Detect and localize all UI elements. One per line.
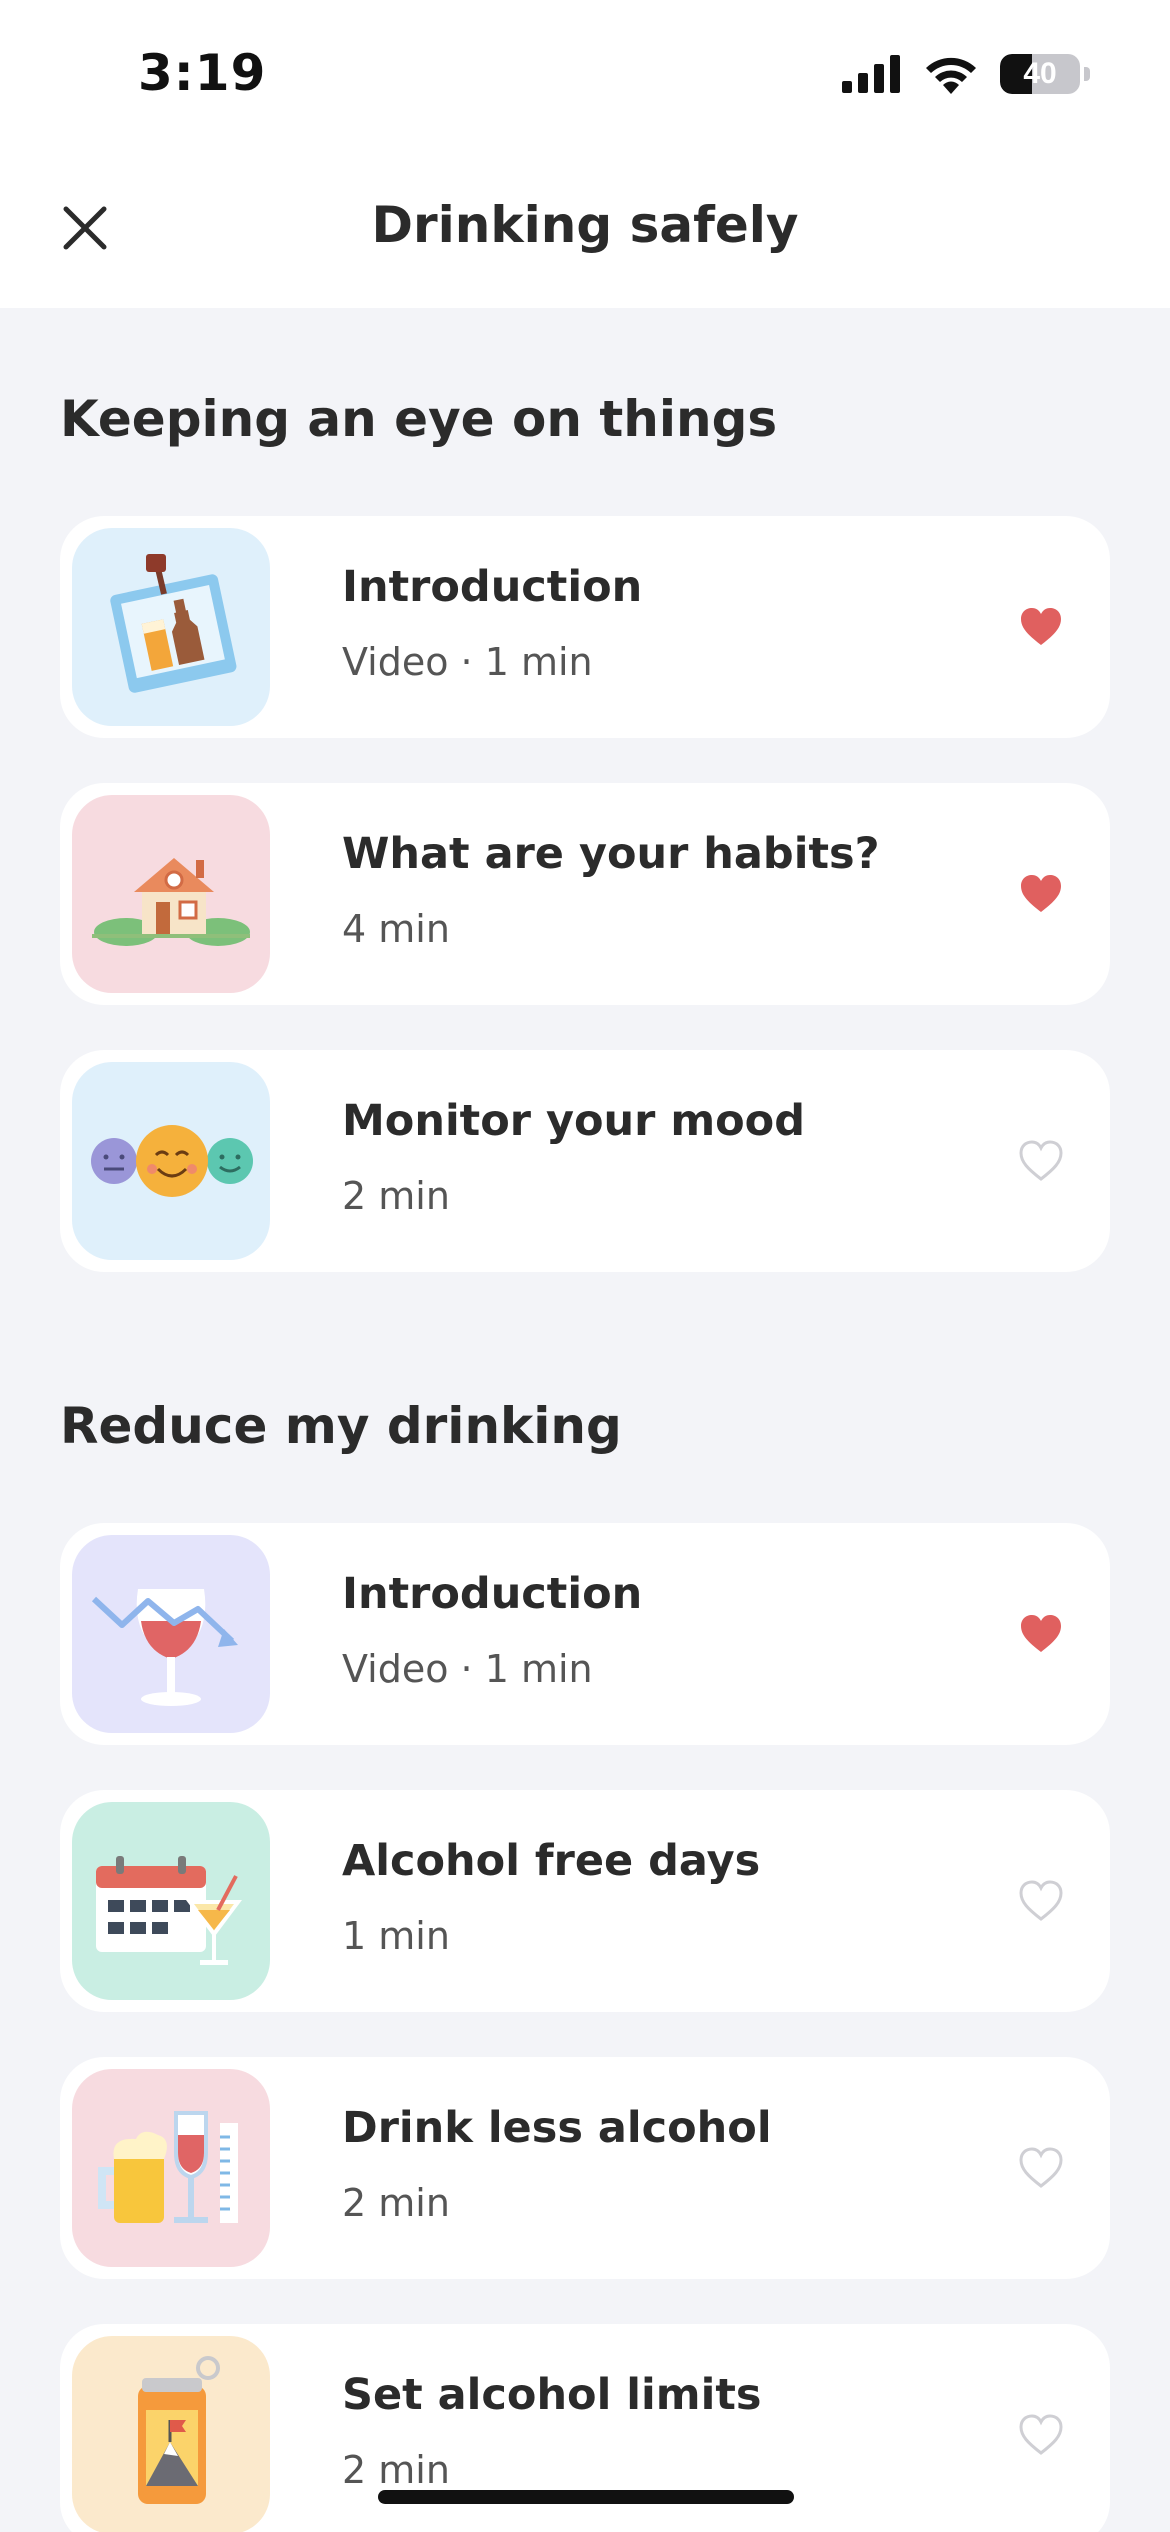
lesson-thumbnail (72, 2336, 270, 2532)
heart-filled-icon (1021, 608, 1061, 645)
lesson-card[interactable]: Monitor your mood 2 min (60, 1050, 1110, 1272)
lesson-thumbnail (72, 1062, 270, 1260)
nav-bar: Drinking safely (0, 150, 1170, 308)
lesson-meta: Video · 1 min (342, 1647, 593, 1691)
favorite-button[interactable] (1018, 604, 1064, 650)
lesson-title: Introduction (342, 562, 643, 612)
lesson-meta: 2 min (342, 2181, 450, 2225)
page-title: Drinking safely (371, 196, 799, 254)
favorite-button[interactable] (1018, 1878, 1064, 1924)
lesson-meta: Video · 1 min (342, 640, 593, 684)
lesson-thumbnail (72, 1802, 270, 2000)
favorite-button[interactable] (1018, 1138, 1064, 1184)
lesson-thumbnail (72, 528, 270, 726)
status-time: 3:19 (138, 44, 267, 102)
favorite-button[interactable] (1018, 1611, 1064, 1657)
wifi-icon (926, 57, 976, 94)
lesson-meta: 2 min (342, 2448, 450, 2492)
section-title: Reduce my drinking (60, 1397, 622, 1455)
lesson-card[interactable]: Introduction Video · 1 min (60, 1523, 1110, 1745)
heart-filled-icon (1021, 875, 1061, 912)
beer-wine-measure-icon (98, 2111, 238, 2223)
lesson-meta: 2 min (342, 1174, 450, 1218)
favorite-button[interactable] (1018, 871, 1064, 917)
status-icons: 40 (842, 54, 1090, 94)
heart-outline-icon (1019, 1140, 1063, 1181)
heart-outline-icon (1019, 1880, 1063, 1921)
can-mountain-icon (138, 2356, 220, 2504)
lesson-title: Drink less alcohol (342, 2103, 772, 2153)
photo-drinks-icon (110, 554, 237, 693)
lesson-card[interactable]: Alcohol free days 1 min (60, 1790, 1110, 2012)
battery-percent: 40 (1023, 57, 1057, 90)
lesson-card[interactable]: What are your habits? 4 min (60, 783, 1110, 1005)
heart-filled-icon (1021, 1615, 1061, 1652)
section-title: Keeping an eye on things (60, 390, 778, 448)
home-indicator[interactable] (378, 2490, 794, 2504)
mood-faces-icon (91, 1125, 253, 1197)
wine-glass-trend-icon (91, 1589, 238, 1706)
cellular-signal-icon (842, 55, 900, 93)
lesson-thumbnail (72, 795, 270, 993)
lesson-card[interactable]: Drink less alcohol 2 min (60, 2057, 1110, 2279)
lesson-card[interactable]: Introduction Video · 1 min (60, 516, 1110, 738)
status-bar: 3:19 40 (0, 0, 1170, 150)
favorite-button[interactable] (1018, 2412, 1064, 2458)
house-icon (92, 858, 250, 946)
lesson-meta: 4 min (342, 907, 450, 951)
lesson-title: Set alcohol limits (342, 2370, 762, 2420)
heart-outline-icon (1019, 2414, 1063, 2455)
lesson-title: What are your habits? (342, 829, 880, 879)
lesson-meta: 1 min (342, 1914, 450, 1958)
favorite-button[interactable] (1018, 2145, 1064, 2191)
heart-outline-icon (1019, 2147, 1063, 2188)
lesson-title: Introduction (342, 1569, 643, 1619)
lesson-thumbnail (72, 1535, 270, 1733)
lesson-thumbnail (72, 2069, 270, 2267)
lesson-title: Alcohol free days (342, 1836, 761, 1886)
battery-nub (1084, 67, 1090, 81)
battery-icon: 40 (1000, 54, 1080, 94)
calendar-cocktail-icon (96, 1856, 242, 1965)
lesson-title: Monitor your mood (342, 1096, 805, 1146)
